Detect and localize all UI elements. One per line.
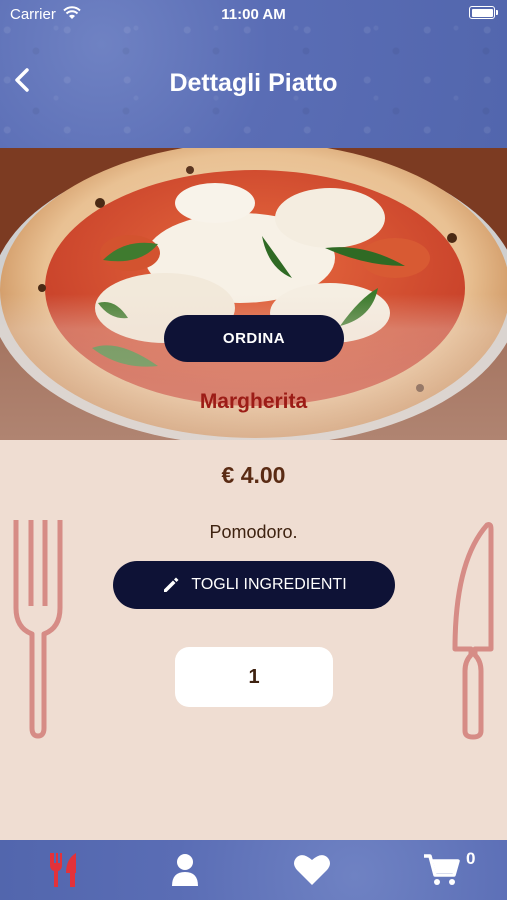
status-time: 11:00 AM xyxy=(221,6,286,23)
remove-ingredients-button[interactable]: TOGLI INGREDIENTI xyxy=(113,561,395,609)
user-icon xyxy=(172,854,198,886)
dish-image-area: ORDINA Margherita xyxy=(0,148,507,440)
tab-profile[interactable] xyxy=(165,850,205,890)
heart-icon xyxy=(294,855,330,885)
fork-icon xyxy=(13,520,63,739)
dish-name: Margherita xyxy=(199,390,308,413)
tab-bar xyxy=(0,840,507,900)
page-title: Dettagli Piatto xyxy=(169,69,338,97)
quantity-field[interactable]: 1 xyxy=(175,647,333,707)
cart-count-badge: 0 xyxy=(466,849,476,868)
remove-ingredients-label: TOGLI INGREDIENTI xyxy=(191,576,347,593)
dish-description: Pomodoro. xyxy=(209,522,298,542)
pencil-icon xyxy=(164,577,179,592)
quantity-value: 1 xyxy=(248,665,260,688)
tab-favorites[interactable] xyxy=(292,850,332,890)
battery-icon xyxy=(469,6,498,19)
dish-price: € 4.00 xyxy=(221,462,286,488)
status-bar: Carrier 11:00 AM xyxy=(0,0,507,28)
knife-icon xyxy=(452,522,494,740)
tab-menu[interactable] xyxy=(44,850,84,890)
fork-knife-icon xyxy=(50,853,76,887)
order-button[interactable]: ORDINA xyxy=(164,315,344,362)
tab-cart[interactable] xyxy=(422,850,462,890)
cart-icon xyxy=(424,854,460,885)
header: Carrier 11:00 AM Dettagli Piatto xyxy=(0,0,507,148)
